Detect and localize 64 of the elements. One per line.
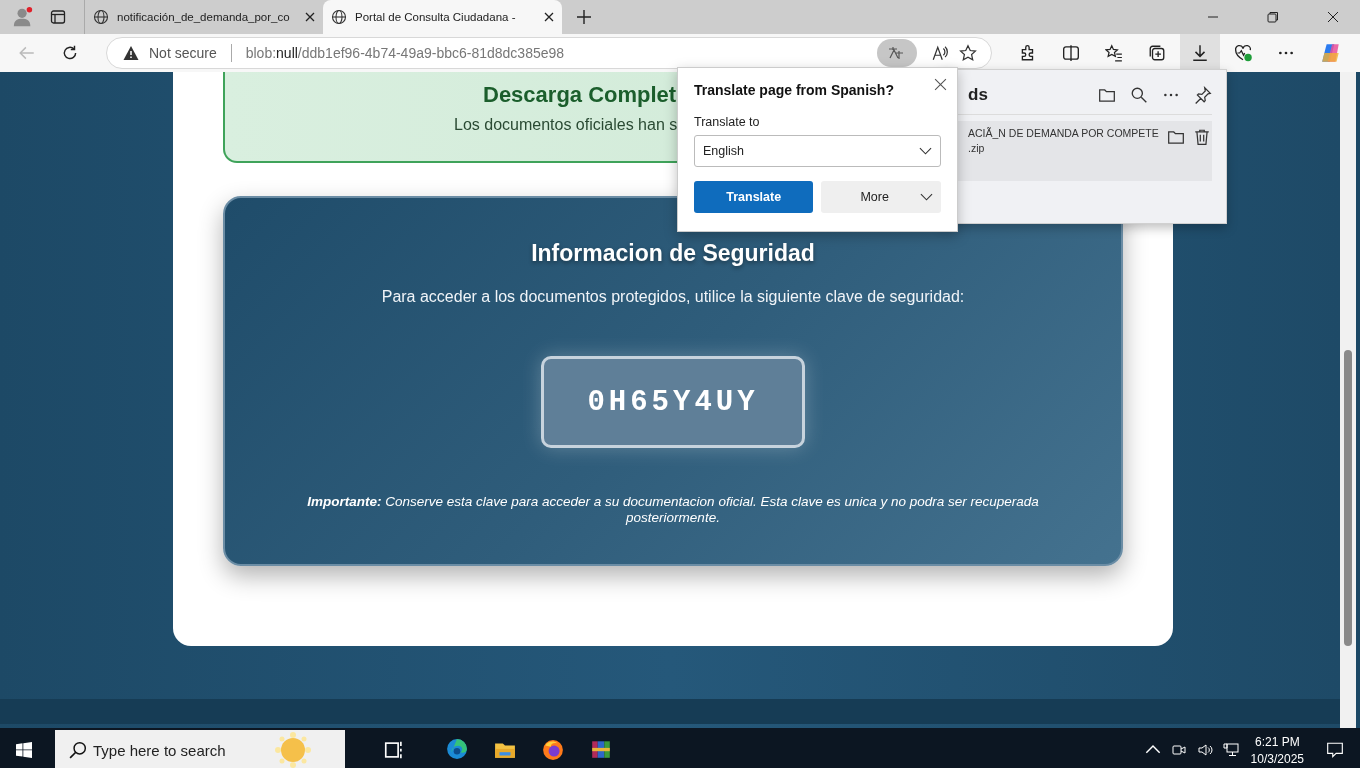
close-icon[interactable]: [544, 12, 554, 22]
field-label: Translate to: [694, 115, 761, 129]
taskbar-search-field[interactable]: Type here to search: [55, 730, 345, 768]
volume-icon[interactable]: [1196, 742, 1213, 758]
copilot-icon[interactable]: [1320, 42, 1342, 64]
language-select[interactable]: English: [694, 135, 941, 167]
address-bar[interactable]: Not secure blob:null/ddb1ef96-4b74-49a9-bbc6-81d8dc385e98: [106, 37, 993, 69]
notifications-icon[interactable]: [1326, 741, 1344, 759]
refresh-icon[interactable]: [61, 44, 79, 62]
chevron-down-icon: [920, 193, 933, 201]
folder-icon[interactable]: [1098, 86, 1116, 104]
important-note: Importante: Conserve esta clave para acceder a su documentacion oficial. Esta clave es unica y no podra ser recuperada posteriormente.: [306, 494, 1040, 526]
banner-text: Los documentos oficiales han s: [454, 116, 678, 134]
chevron-down-icon: [919, 147, 932, 155]
browser-tab[interactable]: Portal de Consulta Ciudadana -: [323, 0, 562, 34]
globe-icon: [331, 9, 347, 25]
camera-icon[interactable]: [1170, 742, 1187, 758]
star-icon[interactable]: [959, 44, 978, 62]
close-icon[interactable]: [1327, 11, 1339, 23]
trash-icon[interactable]: [1192, 128, 1211, 146]
security-text: Para acceder a los documentos protegidos, utilice la siguiente clave de seguridad:: [381, 288, 965, 306]
sun-drawing: [273, 732, 313, 768]
security-status[interactable]: Not secure: [149, 45, 217, 61]
download-icon: [1191, 44, 1210, 62]
edge-icon: [446, 738, 468, 760]
folder-icon[interactable]: [1166, 128, 1185, 146]
translate-button[interactable]: Translate: [694, 181, 814, 213]
read-aloud-icon[interactable]: [931, 44, 950, 62]
popup-title: Translate page from Spanish?: [694, 82, 895, 98]
security-title: Informacion de Seguridad: [531, 240, 815, 267]
download-item[interactable]: ACIÃ_N DE DEMANDA POR COMPETE .zip: [956, 121, 1212, 181]
new-tab-icon[interactable]: [576, 9, 592, 25]
close-icon[interactable]: [305, 12, 315, 22]
file-extension: .zip: [968, 142, 986, 154]
security-key: 0H65Y4UY: [541, 356, 805, 448]
url-text: blob:null/ddb1ef96-4b74-49a9-bbc6-81d8dc385e98: [245, 45, 565, 61]
split-screen-icon[interactable]: [1062, 44, 1081, 62]
task-view-icon[interactable]: [383, 739, 405, 761]
search-icon[interactable]: [1130, 86, 1148, 104]
restore-icon[interactable]: [1267, 11, 1279, 23]
close-icon[interactable]: [934, 78, 947, 91]
file-name: ACIÃ_N DE DEMANDA POR COMPETE: [968, 127, 1159, 139]
collections-icon[interactable]: [1148, 44, 1167, 62]
tab-actions-icon[interactable]: [50, 9, 66, 25]
profile-icon[interactable]: [12, 6, 34, 28]
warning-icon: [123, 45, 139, 61]
pin-icon[interactable]: [1194, 86, 1212, 104]
network-icon[interactable]: [1222, 742, 1239, 758]
clock-date: 10/3/2025: [1250, 751, 1304, 766]
globe-icon: [93, 9, 109, 25]
translate-icon[interactable]: [877, 39, 918, 67]
scrollbar-thumb[interactable]: [1344, 350, 1352, 646]
windows-start-icon[interactable]: [16, 742, 32, 758]
health-icon[interactable]: [1234, 44, 1252, 62]
downloads-button[interactable]: [1180, 34, 1220, 72]
more-button[interactable]: More: [821, 181, 941, 213]
books-icon: [590, 738, 612, 760]
panel-title: ds: [968, 85, 988, 105]
clock-time: 6:21 PM: [1254, 734, 1300, 749]
clock[interactable]: 6:21 PM 10/3/2025: [1250, 734, 1304, 766]
banner-title: Descarga Complet: [483, 82, 677, 108]
favorites-icon[interactable]: [1105, 44, 1124, 62]
firefox-icon: [542, 739, 564, 761]
scrollbar[interactable]: [1340, 72, 1356, 728]
